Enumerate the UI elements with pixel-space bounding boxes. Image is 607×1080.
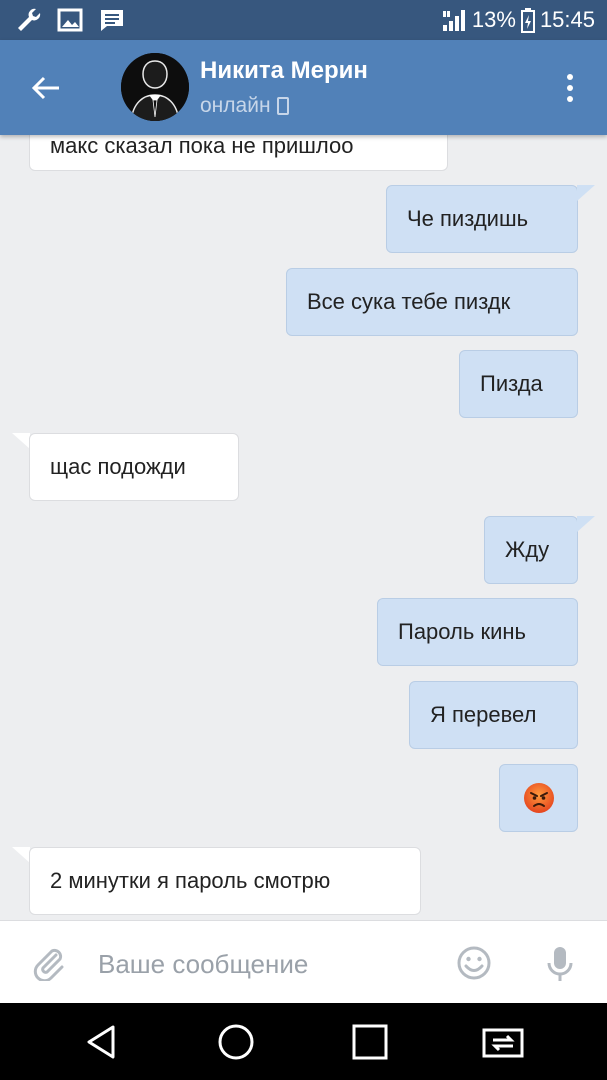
message-input[interactable] — [96, 941, 440, 987]
bubble-tail — [577, 516, 595, 532]
bubble-tail — [12, 847, 30, 863]
message-bubble-outgoing[interactable] — [499, 764, 578, 832]
contact-status: онлайн — [200, 94, 289, 118]
clock: 15:45 — [539, 7, 595, 32]
status-bar: 13% 15:45 — [0, 0, 607, 40]
message-text: щас подожди — [50, 454, 186, 479]
screen-switch-icon[interactable] — [480, 1019, 526, 1065]
contact-name[interactable]: Никита Мерин — [200, 57, 368, 85]
status-text: онлайн — [200, 94, 271, 117]
bubble-tail — [12, 433, 30, 449]
message-bubble-outgoing[interactable]: Че пиздишь — [386, 185, 578, 253]
recents-square-icon[interactable] — [347, 1019, 393, 1065]
message-bubble-incoming[interactable]: 2 минутки я пароль смотрю — [29, 847, 421, 915]
angry-face-emoji-icon — [523, 783, 554, 813]
bubble-tail — [577, 185, 595, 201]
message-bubble-incoming[interactable]: макс сказал пока не пришлоо — [29, 135, 448, 171]
microphone-icon[interactable] — [545, 945, 575, 985]
home-circle-icon[interactable] — [213, 1019, 259, 1065]
back-button[interactable] — [26, 68, 66, 108]
system-indicators: 13% 15:45 — [440, 6, 595, 34]
message-bubble-incoming[interactable]: щас подожди — [29, 433, 239, 501]
smiley-icon[interactable] — [456, 945, 496, 985]
message-bubble-outgoing[interactable]: Пароль кинь — [377, 598, 578, 666]
message-composer — [0, 920, 607, 1004]
message-text: Пароль кинь — [398, 619, 526, 644]
message-bubble-outgoing[interactable]: Жду — [484, 516, 578, 584]
message-list[interactable]: макс сказал пока не пришлоо Че пиздишь В… — [0, 135, 607, 920]
message-bubble-outgoing[interactable]: Все сука тебе пиздк — [286, 268, 578, 336]
message-bubble-outgoing[interactable]: Я перевел — [409, 681, 578, 749]
back-triangle-icon[interactable] — [78, 1019, 124, 1065]
phone-icon — [276, 97, 289, 115]
signal-icon — [440, 6, 468, 34]
system-nav-bar — [0, 1003, 607, 1080]
message-text: Жду — [505, 537, 550, 562]
more-vert-icon[interactable] — [555, 70, 585, 106]
message-text: Че пиздишь — [407, 206, 529, 231]
image-icon — [56, 6, 84, 34]
message-icon — [98, 6, 126, 34]
battery-icon — [520, 6, 536, 34]
back-arrow-icon — [31, 76, 59, 100]
chat-header: Никита Мерин онлайн — [0, 40, 607, 135]
message-text: Я перевел — [430, 702, 537, 727]
notification-icons — [14, 6, 126, 34]
message-text: макс сказал пока не пришлоо — [50, 135, 354, 158]
wrench-icon — [14, 6, 42, 34]
message-text: Пизда — [480, 371, 543, 396]
paperclip-icon[interactable] — [30, 945, 66, 983]
message-text: Все сука тебе пиздк — [307, 289, 511, 314]
message-bubble-outgoing[interactable]: Пизда — [459, 350, 578, 418]
message-text: 2 минутки я пароль смотрю — [50, 868, 331, 893]
avatar[interactable] — [121, 53, 189, 121]
battery-percent: 13% — [471, 7, 516, 32]
